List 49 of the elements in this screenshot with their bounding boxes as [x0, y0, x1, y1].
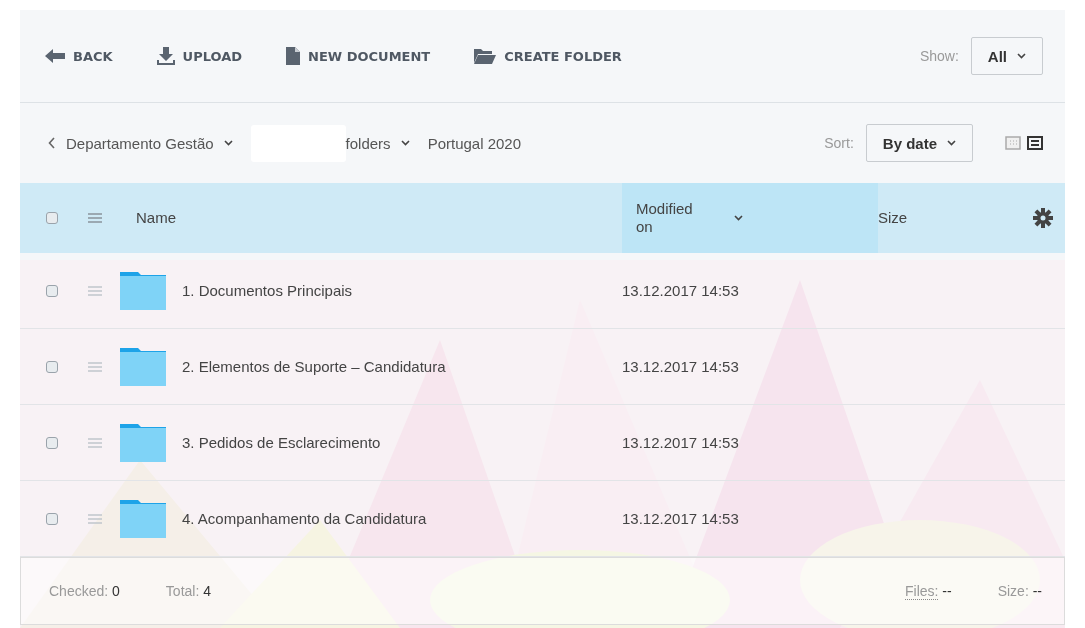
- folder-icon: [120, 499, 166, 538]
- folder-icon: [120, 423, 166, 462]
- breadcrumb-item[interactable]: Departamento Gestão: [66, 124, 346, 162]
- modified-date: 13.12.2017 14:53: [622, 358, 740, 375]
- sort-dropdown[interactable]: By date: [865, 124, 973, 162]
- drag-handle-icon: [88, 513, 102, 524]
- modified-date: 13.12.2017 14:53: [622, 282, 740, 299]
- sort-caret-icon: [734, 215, 743, 221]
- folder-icon: [120, 347, 166, 386]
- sort-label: Sort:: [824, 135, 854, 151]
- toolbar-button[interactable]: NEW DOCUMENT: [286, 43, 431, 69]
- show-dropdown[interactable]: All: [970, 37, 1043, 75]
- breadcrumb-item[interactable]: Portugal 2020: [427, 134, 522, 152]
- column-header[interactable]: Size: [878, 183, 1065, 253]
- drag-handle-icon: [88, 213, 102, 223]
- modified-date: 13.12.2017 14:53: [622, 434, 740, 451]
- caret-icon: [400, 140, 410, 146]
- drag-handle-icon: [88, 437, 102, 448]
- total-count: Total: 4: [165, 583, 211, 599]
- caret-icon: [223, 140, 233, 146]
- toolbar-button[interactable]: UPLOAD: [156, 43, 243, 69]
- file-name[interactable]: 2. Elementos de Suporte – Candidatura: [182, 358, 446, 375]
- chevron-left-icon[interactable]: [48, 137, 56, 149]
- folder-icon: [474, 48, 497, 64]
- grid-view-icon[interactable]: [1005, 136, 1021, 150]
- drag-handle-icon: [88, 285, 102, 296]
- toolbar-button[interactable]: BACK: [45, 44, 113, 68]
- folder-icon: [120, 271, 166, 310]
- caret-icon: [1017, 53, 1026, 59]
- file-name[interactable]: 3. Pedidos de Esclarecimento: [182, 434, 381, 451]
- arrow-left-icon: [45, 48, 65, 64]
- file-name[interactable]: 4. Acompanhamento da Candidatura: [182, 510, 427, 527]
- document-icon: [286, 47, 301, 65]
- select-all-checkbox[interactable]: [46, 212, 58, 224]
- files-count: Files: --: [905, 583, 952, 599]
- settings-icon[interactable]: [1033, 208, 1053, 228]
- show-label: Show:: [919, 48, 959, 64]
- drag-handle-icon: [88, 361, 102, 372]
- column-header[interactable]: Name: [136, 183, 622, 253]
- total-size: Size: --: [997, 583, 1042, 599]
- modified-date: 13.12.2017 14:53: [622, 510, 740, 527]
- breadcrumb-item[interactable]: folders: [345, 134, 410, 152]
- caret-icon: [947, 140, 956, 146]
- toolbar-button[interactable]: CREATE FOLDER: [474, 44, 622, 68]
- file-name[interactable]: 1. Documentos Principais: [182, 282, 353, 299]
- list-view-icon[interactable]: [1027, 136, 1043, 150]
- checked-count: Checked: 0: [49, 583, 120, 599]
- download-icon: [156, 47, 175, 65]
- column-header[interactable]: Modified on: [622, 183, 878, 253]
